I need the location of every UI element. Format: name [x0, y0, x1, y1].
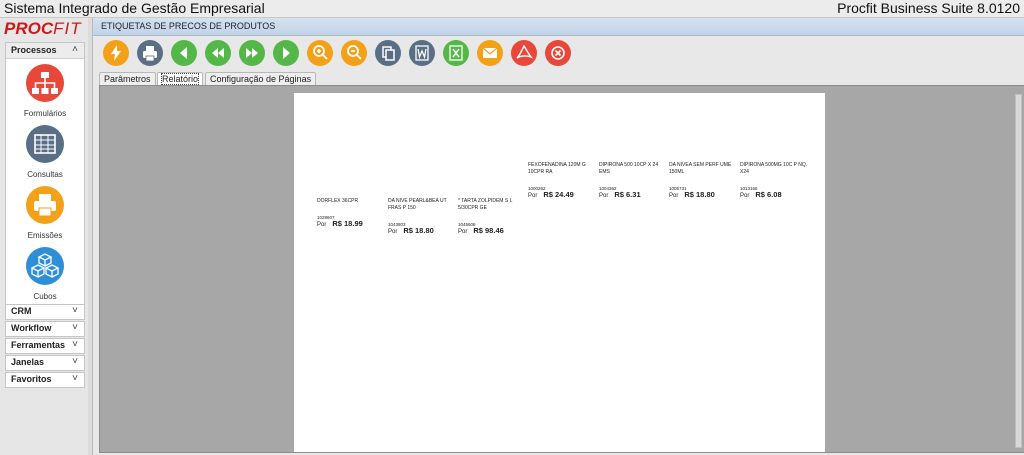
chevron-down-icon[interactable]: ˅: [72, 373, 78, 384]
price-line: Por R$ 6.08: [740, 191, 810, 200]
hierarchy-icon: [26, 64, 64, 102]
report-page: FEXOFENADINA 120M G 10CPR RA 1000262 Por…: [294, 93, 825, 452]
tab-parametros[interactable]: Parâmetros: [99, 72, 156, 86]
cubes-icon: [26, 247, 64, 285]
main-panel: ETIQUETAS DE PRECOS DE PRODUTOS Parâmetr…: [92, 18, 1024, 455]
price-line: Por R$ 18.80: [388, 227, 458, 236]
category-label: Ferramentas: [11, 340, 66, 350]
sidebar-item-emissoes[interactable]: Emissões: [6, 186, 84, 240]
price-line: Por R$ 6.31: [599, 191, 669, 200]
tab-configuracao-paginas[interactable]: Configuração de Páginas: [205, 72, 317, 86]
window-title: Sistema Integrado de Gestão Empresarial: [4, 0, 265, 16]
chevron-down-icon[interactable]: ˅: [72, 322, 78, 333]
price-label: * TARTA ZOLPIDEM S L 5/30CPR GE 1045606 …: [458, 198, 528, 236]
report-viewer: FEXOFENADINA 120M G 10CPR RA 1000262 Por…: [99, 85, 1024, 453]
tab-label: Parâmetros: [104, 74, 151, 84]
suite-version: Procfit Business Suite 8.0120: [837, 0, 1020, 16]
price-label: DA NIVEA SEM PERF UME 150ML 1005731 Por R…: [669, 162, 739, 200]
table-icon: [26, 125, 64, 163]
sidebar-item-cubos[interactable]: Cubos: [6, 247, 84, 301]
sidebar-category-favoritos[interactable]: Favoritos ˅: [5, 372, 85, 388]
copy-icon[interactable]: [375, 40, 401, 66]
sidebar: PROCFIT Processos ˄ Formulários Consulta…: [0, 18, 88, 455]
close-icon[interactable]: [545, 40, 571, 66]
zoom-in-icon[interactable]: [307, 40, 333, 66]
price-label: FEXOFENADINA 120M G 10CPR RA 1000262 Por…: [528, 162, 598, 200]
pdf-export-icon[interactable]: [511, 40, 537, 66]
product-name: DORFLEX 36CPR: [317, 198, 359, 204]
category-label: CRM: [11, 306, 32, 316]
product-name: DA NIVE PEARL&BEA UT FRAS P 150: [388, 198, 447, 211]
price-line: Por R$ 98.46: [458, 227, 528, 236]
logo-part2: FIT: [53, 19, 82, 38]
chevron-up-icon[interactable]: ˄: [72, 44, 78, 55]
product-name: DIPIRONA 500MG 10C P NQ. X24: [740, 162, 808, 175]
por-label: Por: [599, 193, 609, 199]
product-name: * TARTA ZOLPIDEM S L 5/30CPR GE: [458, 198, 513, 211]
sidebar-item-label: Consultas: [27, 170, 63, 179]
processos-label: Processos: [11, 45, 57, 55]
category-label: Favoritos: [11, 374, 52, 384]
window-title-bar: Sistema Integrado de Gestão Empresarial …: [0, 0, 1024, 18]
por-label: Por: [528, 193, 538, 199]
tab-label: Relatório: [160, 73, 200, 85]
price-label: DIPIRONA 500MG 10C P NQ. X24 1013166 Por…: [740, 162, 810, 200]
category-label: Janelas: [11, 357, 45, 367]
printer-icon[interactable]: [137, 40, 163, 66]
sidebar-item-label: Emissões: [27, 231, 63, 240]
sidebar-item-consultas[interactable]: Consultas: [6, 125, 84, 179]
sidebar-category-janelas[interactable]: Janelas ˅: [5, 355, 85, 371]
price-value: R$ 18.80: [684, 190, 715, 199]
por-label: Por: [458, 229, 468, 235]
price-value: R$ 18.99: [332, 219, 363, 228]
email-icon[interactable]: [477, 40, 503, 66]
price-value: R$ 24.49: [543, 190, 574, 199]
product-name: FEXOFENADINA 120M G 10CPR RA: [528, 162, 586, 175]
processos-header[interactable]: Processos ˄: [6, 43, 84, 59]
por-label: Por: [669, 193, 679, 199]
processos-panel: Processos ˄ Formulários Consultas Emissõ…: [5, 42, 85, 318]
price-line: Por R$ 18.99: [317, 220, 387, 229]
vertical-scrollbar[interactable]: [1015, 94, 1022, 448]
price-value: R$ 18.80: [403, 226, 434, 235]
last-page-icon[interactable]: [273, 40, 299, 66]
first-page-icon[interactable]: [171, 40, 197, 66]
sidebar-item-label: Cubos: [33, 292, 57, 301]
zoom-out-icon[interactable]: [341, 40, 367, 66]
tab-relatorio[interactable]: Relatório: [157, 72, 204, 86]
por-label: Por: [317, 222, 327, 228]
price-value: R$ 6.31: [614, 190, 641, 199]
price-line: Por R$ 18.80: [669, 191, 739, 200]
por-label: Por: [740, 193, 750, 199]
chevron-down-icon[interactable]: ˅: [72, 305, 78, 316]
price-label: DORFLEX 36CPR 1028607 Por R$ 18.99: [317, 198, 387, 229]
category-label: Workflow: [11, 323, 52, 333]
chevron-down-icon[interactable]: ˅: [72, 356, 78, 367]
previous-page-icon[interactable]: [205, 40, 231, 66]
price-value: R$ 98.46: [473, 226, 504, 235]
sidebar-item-label: Formulários: [23, 109, 67, 118]
chevron-down-icon[interactable]: ˅: [72, 339, 78, 350]
price-label: DA NIVE PEARL&BEA UT FRAS P 150 1043803 …: [388, 198, 458, 236]
word-export-icon[interactable]: [409, 40, 435, 66]
price-label: DIPIRONA 500 10CP X 24 EMS 1004362 Por R$…: [599, 162, 669, 200]
por-label: Por: [388, 229, 398, 235]
procfit-logo: PROCFIT: [4, 19, 82, 39]
next-page-icon[interactable]: [239, 40, 265, 66]
price-line: Por R$ 24.49: [528, 191, 598, 200]
product-name: DIPIRONA 500 10CP X 24 EMS: [599, 162, 659, 175]
sidebar-category-ferramentas[interactable]: Ferramentas ˅: [5, 338, 85, 354]
excel-export-icon[interactable]: [443, 40, 469, 66]
printer-icon: [26, 186, 64, 224]
logo-part1: PROC: [4, 19, 54, 38]
sidebar-item-formularios[interactable]: Formulários: [6, 64, 84, 118]
tab-label: Configuração de Páginas: [210, 74, 312, 84]
price-value: R$ 6.08: [755, 190, 782, 199]
sidebar-category-crm[interactable]: CRM ˅: [5, 304, 85, 320]
report-title: ETIQUETAS DE PRECOS DE PRODUTOS: [101, 21, 276, 31]
lightning-icon[interactable]: [103, 40, 129, 66]
product-name: DA NIVEA SEM PERF UME 150ML: [669, 162, 732, 175]
sidebar-category-workflow[interactable]: Workflow ˅: [5, 321, 85, 337]
report-title-bar: ETIQUETAS DE PRECOS DE PRODUTOS: [93, 18, 1024, 36]
